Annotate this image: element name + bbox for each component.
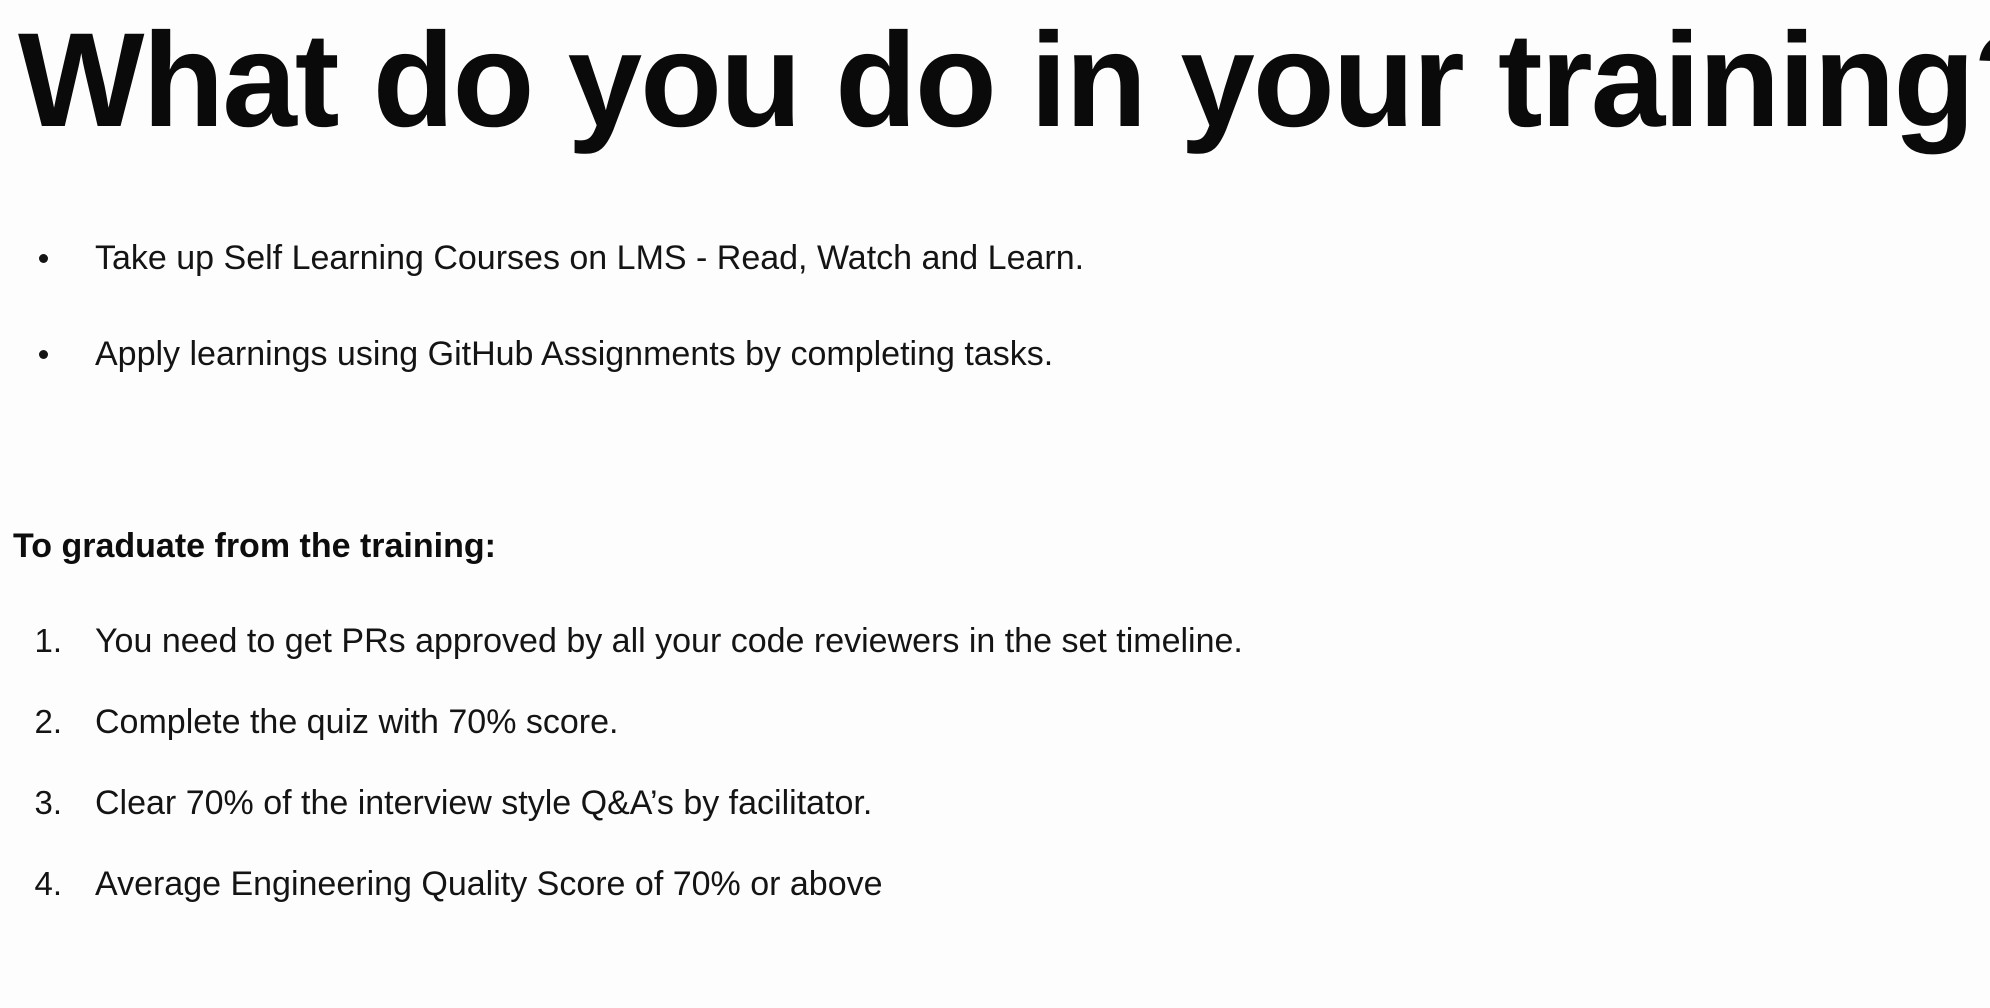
list-item-number: 2. [34,703,62,740]
list-item-text: Apply learnings using GitHub Assignments… [95,335,1054,373]
list-item-text: Clear 70% of the interview style Q&A’s b… [95,784,873,822]
page-title: What do you do in your training? [18,6,1990,155]
list-item-text: Complete the quiz with 70% score. [95,703,619,741]
bullet-icon [39,254,48,263]
list-item-text: Average Engineering Quality Score of 70%… [95,865,883,903]
list-item-text: You need to get PRs approved by all your… [95,622,1243,660]
list-item-number: 3. [34,784,62,821]
list-item-number: 1. [34,622,62,659]
bullet-icon [39,350,48,359]
list-item-text: Take up Self Learning Courses on LMS - R… [95,239,1085,277]
section-heading: To graduate from the training: [13,527,496,565]
list-item-number: 4. [34,865,62,902]
